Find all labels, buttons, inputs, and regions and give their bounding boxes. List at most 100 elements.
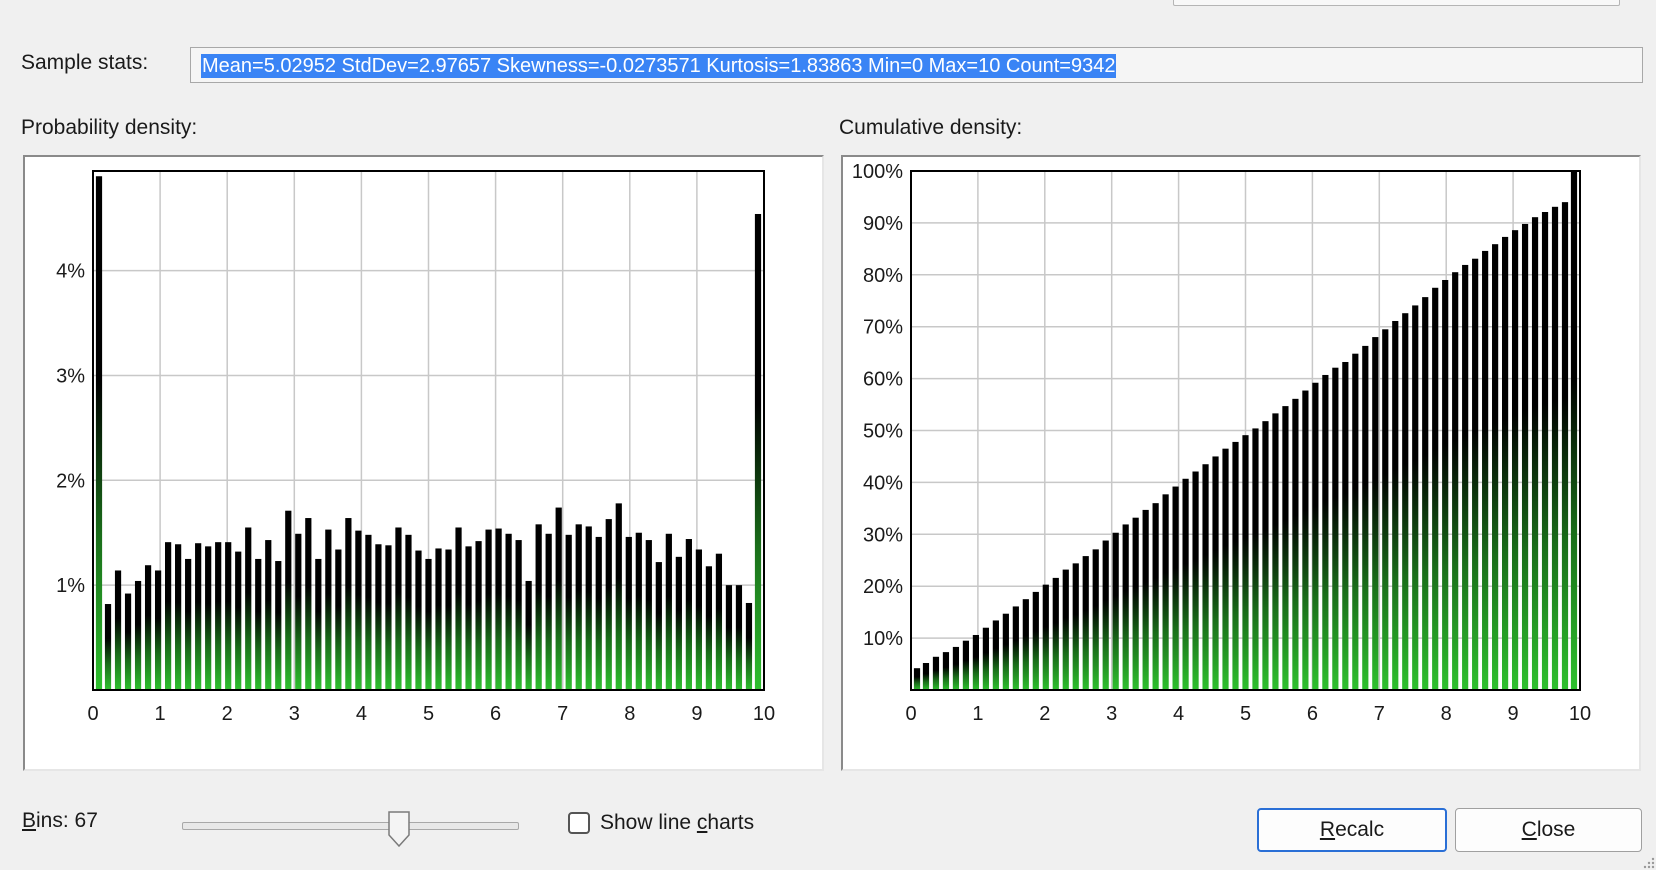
x-tick-label: 7 — [1374, 703, 1385, 725]
histogram-bar — [235, 551, 242, 690]
histogram-bar — [1242, 435, 1249, 690]
x-tick-label: 2 — [222, 703, 233, 725]
histogram-bar — [225, 542, 232, 690]
histogram-bar — [575, 524, 582, 690]
histogram-bar — [1072, 563, 1079, 690]
histogram-bar — [1032, 591, 1039, 690]
x-tick-label: 2 — [1039, 703, 1050, 725]
histogram-bar — [114, 570, 122, 690]
x-tick-label: 8 — [1441, 703, 1452, 725]
histogram-bar — [1122, 524, 1129, 690]
histogram-bar — [555, 507, 562, 690]
histogram-bar — [1092, 549, 1099, 690]
bins-slider-track[interactable] — [182, 822, 519, 830]
y-tick-label: 100% — [852, 161, 903, 183]
histogram-bar — [1002, 613, 1009, 690]
show-line-charts-label-accel: c — [696, 811, 708, 834]
histogram-bar — [325, 529, 332, 690]
histogram-bar — [1162, 494, 1169, 690]
histogram-bar — [1511, 230, 1519, 690]
histogram-bar — [1262, 421, 1269, 690]
histogram-bar — [154, 570, 162, 690]
histogram-bar — [913, 668, 921, 690]
histogram-bar — [932, 656, 940, 690]
recalc-button[interactable]: Recalc — [1257, 808, 1447, 852]
histogram-bar — [725, 585, 733, 690]
top-field-edge — [1173, 0, 1620, 6]
histogram-bar — [1132, 517, 1139, 690]
histogram-bar — [1082, 556, 1089, 690]
x-tick-label: 5 — [1240, 703, 1251, 725]
histogram-bar — [625, 536, 632, 690]
histogram-bar — [335, 549, 342, 690]
x-tick-label: 6 — [490, 703, 501, 725]
y-tick-label: 3% — [56, 365, 85, 387]
histogram-bar — [1412, 305, 1419, 690]
x-tick-label: 9 — [1508, 703, 1519, 725]
histogram-bar — [992, 620, 999, 690]
histogram-bar — [1492, 244, 1499, 690]
histogram-bar — [465, 546, 472, 690]
histogram-bar — [365, 534, 372, 690]
show-line-charts-label-end: harts — [707, 811, 755, 834]
histogram-bar — [535, 524, 542, 690]
close-button[interactable]: Close — [1455, 808, 1642, 852]
histogram-bar — [495, 528, 502, 690]
histogram-bar — [982, 627, 989, 690]
histogram-bar — [1312, 382, 1319, 690]
histogram-bar — [395, 527, 402, 690]
y-tick-label: 20% — [863, 576, 903, 598]
histogram-bar — [1322, 374, 1329, 690]
histogram-bar — [952, 646, 960, 690]
histogram-bar — [715, 553, 723, 690]
sample-stats-value[interactable]: Mean=5.02952 StdDev=2.97657 Skewness=-0.… — [201, 54, 1117, 78]
histogram-bar — [972, 634, 979, 690]
bins-slider[interactable] — [182, 811, 519, 851]
histogram-bar — [515, 540, 522, 690]
x-tick-label: 4 — [356, 703, 367, 725]
y-tick-label: 30% — [863, 524, 903, 546]
y-tick-label: 60% — [863, 369, 903, 391]
y-tick-label: 50% — [863, 421, 903, 443]
x-tick-label: 10 — [1569, 703, 1591, 725]
y-tick-label: 90% — [863, 213, 903, 235]
show-line-charts-label-start: Show line — [600, 811, 697, 834]
histogram-bar — [1192, 471, 1199, 690]
cumulative-density-title: Cumulative density: — [839, 116, 1023, 139]
histogram-bar — [415, 550, 422, 690]
y-tick-label: 70% — [863, 317, 903, 339]
histogram-bar — [1502, 236, 1509, 690]
histogram-bar — [1222, 448, 1229, 690]
checkbox-box[interactable] — [568, 812, 590, 834]
histogram-bar — [144, 565, 152, 690]
histogram-bar — [605, 519, 612, 690]
show-line-charts-checkbox[interactable]: Show line charts — [568, 808, 754, 838]
histogram-bar — [1052, 577, 1059, 690]
histogram-bar — [685, 539, 692, 690]
histogram-bar — [1462, 264, 1469, 690]
histogram-bar — [315, 558, 322, 690]
resize-grip-icon[interactable] — [1640, 854, 1656, 870]
histogram-bar — [1561, 202, 1569, 690]
histogram-bar — [595, 536, 602, 690]
histogram-bar — [195, 543, 202, 690]
histogram-bar — [375, 544, 382, 690]
histogram-bar — [1292, 398, 1299, 690]
probability-density-chart: 0 1 2 3 4 5 6 7 8 9 10 1% 2% 3% 4% — [56, 170, 775, 725]
histogram-bar — [165, 542, 172, 690]
cumulative-density-chart: 0 1 2 3 4 5 6 7 8 9 10 10% 20% 30% 40% 50% 60% 70% 80% 90% 1… — [852, 161, 1591, 725]
x-tick-label: 0 — [87, 703, 98, 725]
histogram-bar — [124, 593, 132, 690]
sample-stats-field[interactable]: Mean=5.02952 StdDev=2.97657 Skewness=-0.… — [190, 47, 1643, 83]
histogram-bar — [1022, 599, 1029, 690]
x-tick-label: 1 — [972, 703, 983, 725]
histogram-bar — [425, 558, 432, 690]
recalc-button-label: ecalc — [1335, 818, 1385, 841]
histogram-bar — [485, 529, 492, 690]
bins-slider-thumb[interactable] — [388, 811, 410, 847]
histogram-bar — [1212, 456, 1219, 690]
histogram-bar — [675, 556, 682, 690]
histogram-bar — [1182, 478, 1189, 690]
x-tick-label: 3 — [1106, 703, 1117, 725]
probability-density-chart-frame: 0 1 2 3 4 5 6 7 8 9 10 1% 2% 3% 4% — [23, 155, 824, 771]
